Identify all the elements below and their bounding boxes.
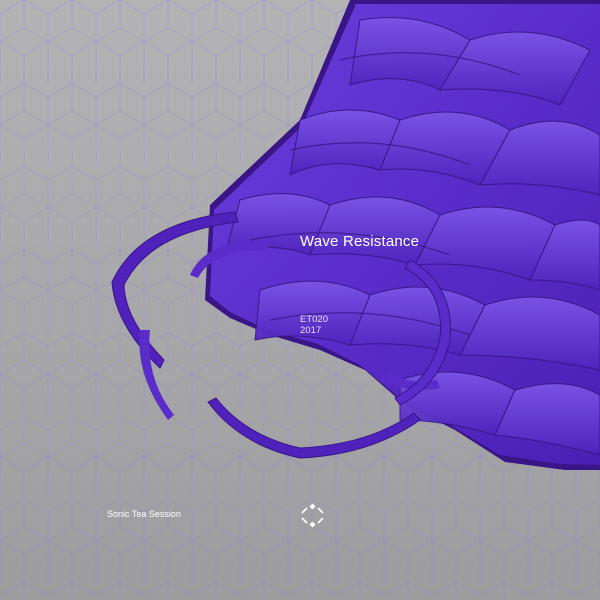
album-cover: Wave Resistance ET020 2017 Sonic Tea Ses… (0, 0, 600, 600)
catalog-number: ET020 (300, 314, 328, 325)
diamond-frame-icon (301, 503, 324, 528)
release-year: 2017 (300, 325, 322, 336)
artist-name: Sonic Tea Session (107, 509, 181, 519)
release-info: ET020 2017 (300, 314, 328, 336)
album-title: Wave Resistance (300, 233, 420, 250)
